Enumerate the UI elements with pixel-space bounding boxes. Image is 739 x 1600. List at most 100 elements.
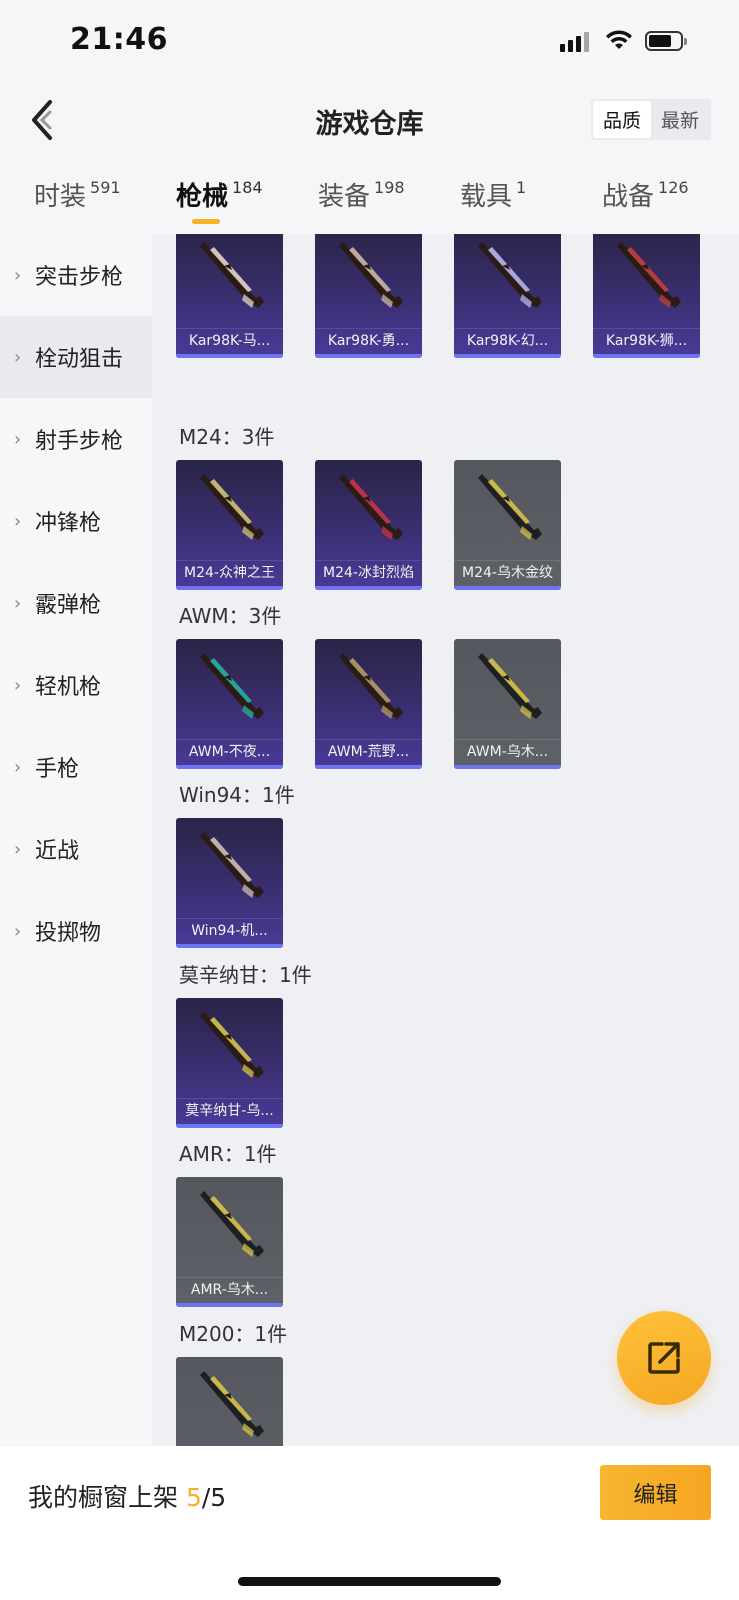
rifle-icon <box>478 474 542 540</box>
nav-bar: 游戏仓库 品质 最新 <box>0 86 739 162</box>
skin-card[interactable]: Kar98K-马... <box>176 234 283 358</box>
skin-name: M24-冰封烈焰 <box>315 560 422 584</box>
skin-name: AWM-荒野... <box>315 739 422 763</box>
chevron-right-icon: › <box>14 920 22 942</box>
skin-name: Win94-机... <box>176 918 283 942</box>
quality-bar <box>315 586 422 590</box>
sidebar-item-pistol[interactable]: › 手枪 <box>0 726 152 808</box>
skin-name: M24-乌木金纹 <box>454 560 561 584</box>
share-icon <box>648 1342 680 1374</box>
quality-bar <box>176 1303 283 1307</box>
skin-card[interactable]: M24-乌木金纹 <box>454 460 561 590</box>
tab-fashion[interactable]: 时装 591 <box>34 176 121 213</box>
skin-name: Kar98K-马... <box>176 328 283 352</box>
quality-bar <box>176 944 283 948</box>
skin-card[interactable]: M24-众神之王 <box>176 460 283 590</box>
chevron-right-icon: › <box>14 264 22 286</box>
sort-quality-button[interactable]: 品质 <box>593 101 651 138</box>
skin-name: AMR-乌木... <box>176 1277 283 1301</box>
quality-bar <box>454 586 561 590</box>
edit-button[interactable]: 编辑 <box>600 1465 711 1520</box>
tab-equipment[interactable]: 装备 198 <box>318 176 405 213</box>
rifle-icon <box>617 242 681 308</box>
quality-bar <box>315 765 422 769</box>
chevron-right-icon: › <box>14 756 22 778</box>
skin-list: Kar98K-马... Kar98K-勇... Kar98K-幻... Kar98K-… <box>152 234 739 1446</box>
sidebar-item-melee[interactable]: › 近战 <box>0 808 152 890</box>
quality-bar <box>454 765 561 769</box>
sidebar-item-assault-rifle[interactable]: › 突击步枪 <box>0 234 152 316</box>
showcase-count: 5 <box>185 1483 202 1512</box>
skin-name: Kar98K-勇... <box>315 328 422 352</box>
weapon-type-sidebar: › 突击步枪 › 栓动狙击 › 射手步枪 › 冲锋枪 › 霰弹枪 › 轻机枪 › 手枪 › 近战… <box>0 234 152 1444</box>
group-title: AMR：1件 <box>179 1142 277 1166</box>
skin-card[interactable]: 莫辛纳甘-乌... <box>176 998 283 1128</box>
sidebar-item-shotgun[interactable]: › 霰弹枪 <box>0 562 152 644</box>
group-title: Win94：1件 <box>179 783 295 807</box>
chevron-right-icon: › <box>14 428 22 450</box>
share-button[interactable] <box>617 1311 711 1405</box>
rifle-icon <box>200 242 264 308</box>
tab-gear[interactable]: 战备 126 <box>602 176 689 213</box>
rifle-icon <box>200 1191 264 1257</box>
chevron-right-icon: › <box>14 346 22 368</box>
tab-vehicles[interactable]: 载具 1 <box>460 176 526 213</box>
chevron-right-icon: › <box>14 510 22 532</box>
chevron-right-icon: › <box>14 592 22 614</box>
skin-name: Kar98K-幻... <box>454 328 561 352</box>
sidebar-item-smg[interactable]: › 冲锋枪 <box>0 480 152 562</box>
wifi-icon <box>606 30 632 49</box>
skin-card[interactable]: AWM-荒野... <box>315 639 422 769</box>
quality-bar <box>176 586 283 590</box>
group-title: M24：3件 <box>179 425 275 449</box>
cellular-signal-icon <box>560 32 590 52</box>
skin-card[interactable]: Kar98K-狮... <box>593 234 700 358</box>
tab-guns[interactable]: 枪械 184 <box>176 176 263 213</box>
chevron-right-icon: › <box>14 674 22 696</box>
group-title: AWM：3件 <box>179 604 282 628</box>
group-title: 莫辛纳甘：1件 <box>179 963 312 987</box>
rifle-icon <box>339 653 403 719</box>
skin-name: AWM-不夜... <box>176 739 283 763</box>
sort-toggle: 品质 最新 <box>591 99 711 140</box>
category-tabs: 时装 591 枪械 184 装备 198 载具 1 战备 126 <box>0 162 739 234</box>
skin-card[interactable]: Kar98K-幻... <box>454 234 561 358</box>
rifle-icon <box>478 653 542 719</box>
skin-card[interactable]: AMR-乌木... <box>176 1177 283 1307</box>
sidebar-item-marksman-rifle[interactable]: › 射手步枪 <box>0 398 152 480</box>
rifle-icon <box>200 832 264 898</box>
status-bar: 21:46 <box>0 0 739 86</box>
sidebar-item-bolt-sniper[interactable]: › 栓动狙击 <box>0 316 152 398</box>
showcase-total: /5 <box>201 1483 227 1512</box>
skin-card[interactable]: Win94-机... <box>176 818 283 948</box>
quality-bar <box>454 354 561 358</box>
skin-card[interactable]: M24-冰封烈焰 <box>315 460 422 590</box>
home-indicator <box>238 1577 501 1586</box>
sort-latest-button[interactable]: 最新 <box>651 101 709 138</box>
back-button[interactable] <box>28 98 64 142</box>
quality-bar <box>176 354 283 358</box>
skin-name: 莫辛纳甘-乌... <box>176 1098 283 1122</box>
skin-card[interactable]: AWM-不夜... <box>176 639 283 769</box>
sidebar-item-throwable[interactable]: › 投掷物 <box>0 890 152 972</box>
quality-bar <box>176 765 283 769</box>
chevron-right-icon: › <box>14 838 22 860</box>
battery-icon <box>645 31 687 53</box>
showcase-status: 我的橱窗上架 5/5 <box>28 1483 227 1512</box>
rifle-icon <box>200 1012 264 1078</box>
rifle-icon <box>339 474 403 540</box>
rifle-icon <box>478 242 542 308</box>
group-title: M200：1件 <box>179 1322 288 1346</box>
skin-card[interactable]: Kar98K-勇... <box>315 234 422 358</box>
status-time: 21:46 <box>70 22 168 57</box>
skin-card[interactable]: AWM-乌木... <box>454 639 561 769</box>
sidebar-item-lmg[interactable]: › 轻机枪 <box>0 644 152 726</box>
skin-name: AWM-乌木... <box>454 739 561 763</box>
chevron-left-icon <box>32 100 52 140</box>
rifle-icon <box>200 653 264 719</box>
active-tab-indicator <box>192 219 220 224</box>
quality-bar <box>315 354 422 358</box>
showcase-bar: 我的橱窗上架 5/5 编辑 <box>0 1446 739 1600</box>
skin-card[interactable]: M200-乌木... <box>176 1357 283 1446</box>
rifle-icon <box>339 242 403 308</box>
